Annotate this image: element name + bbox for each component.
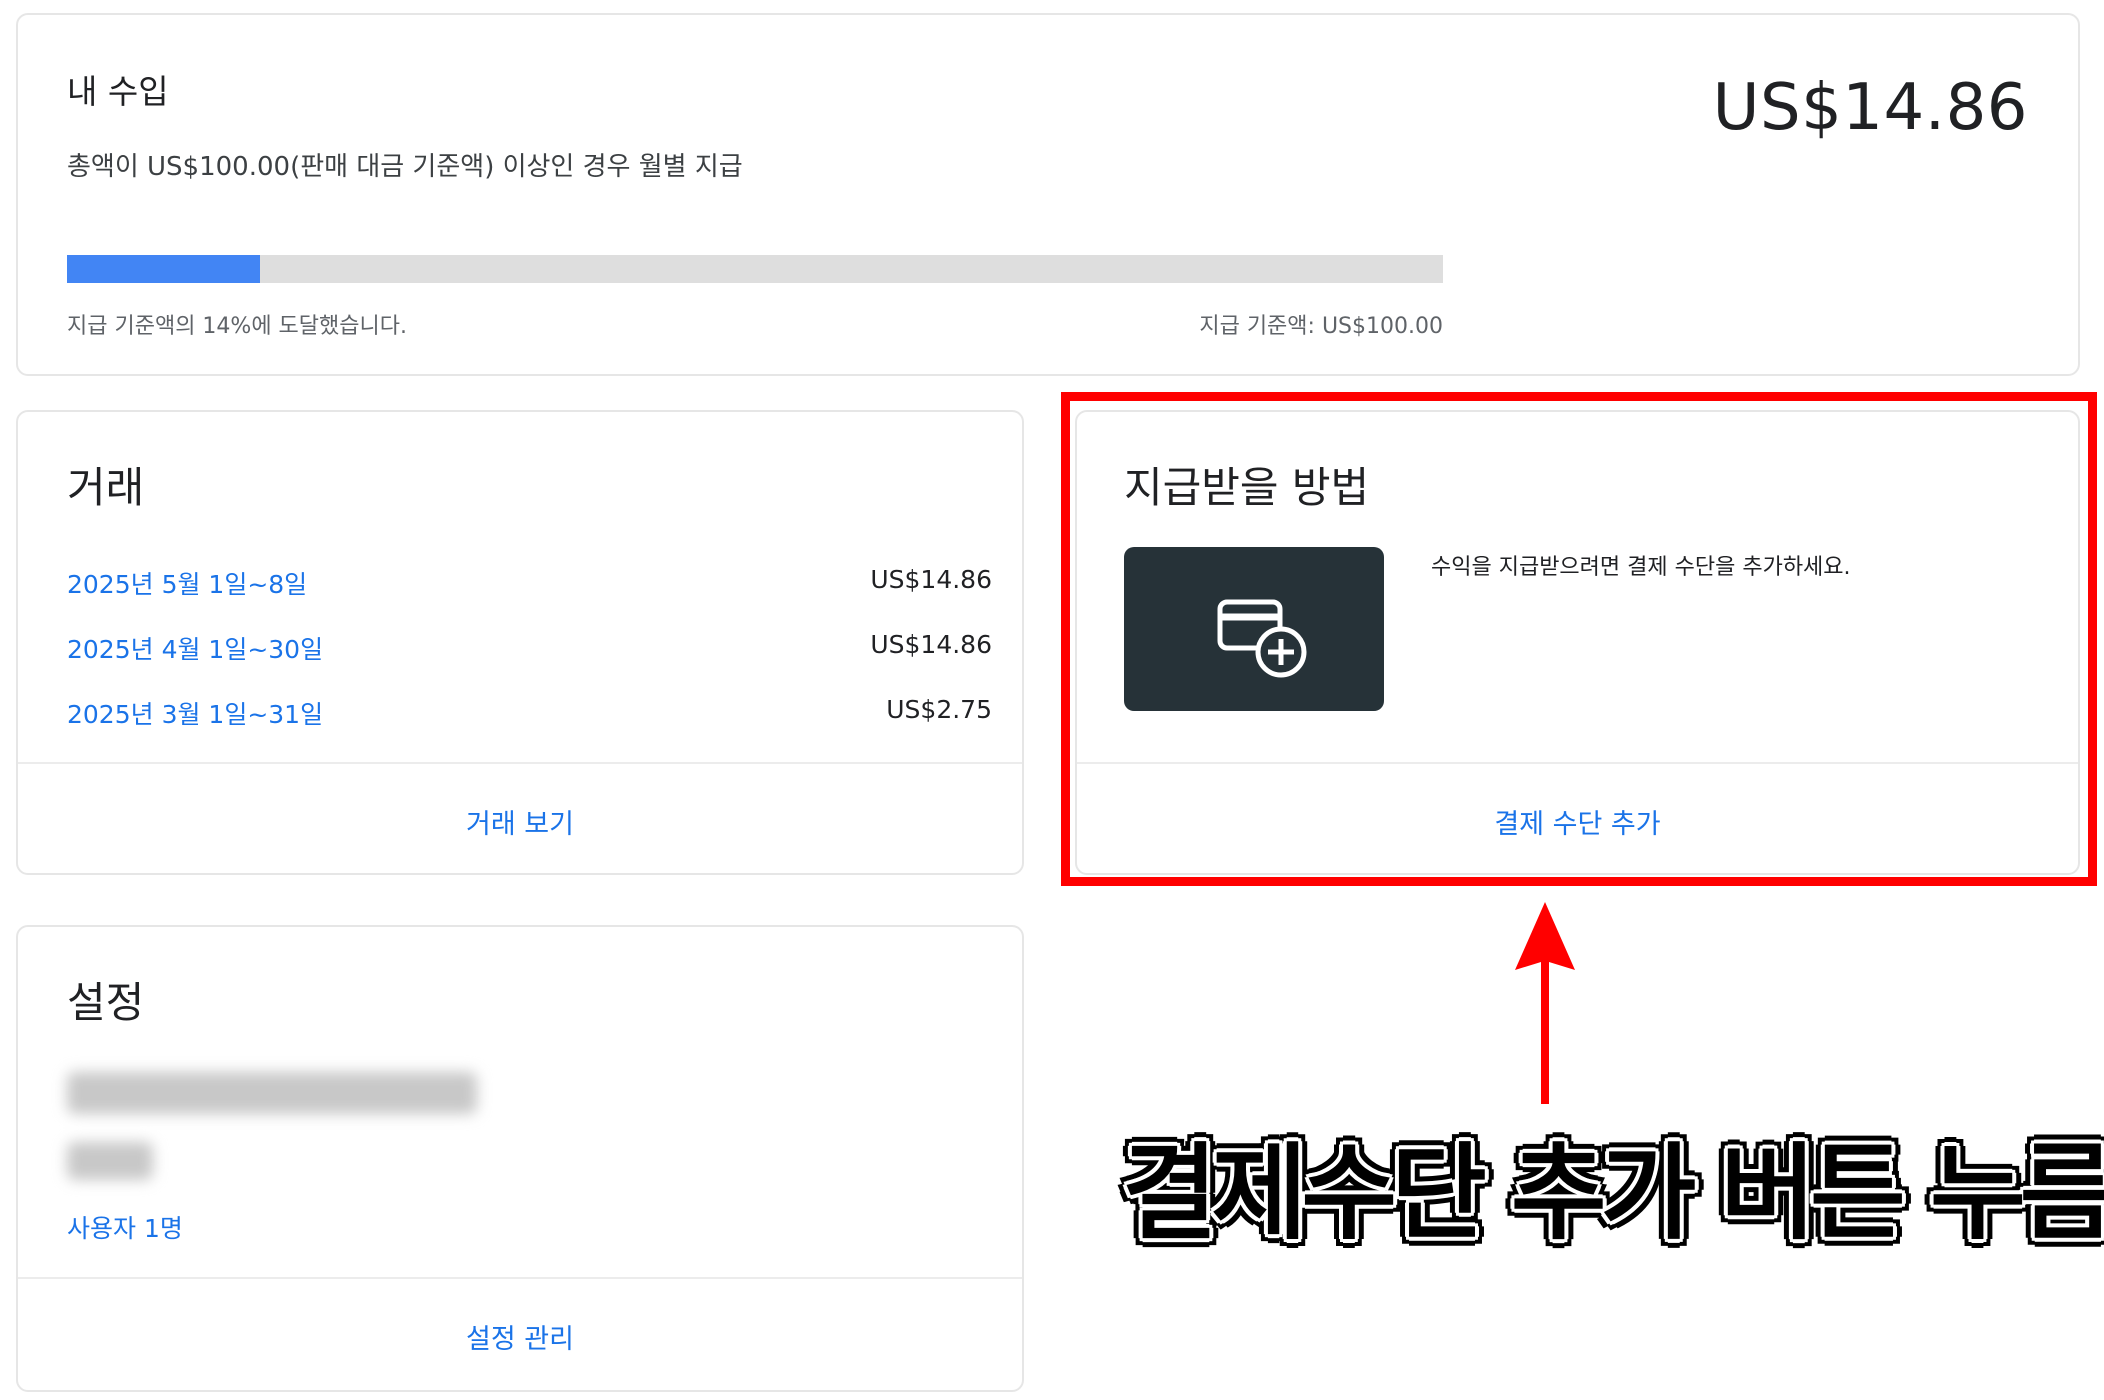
annotation-caption: 결제수단 추가 버튼 누름 [1122,1132,2104,1254]
settings-title: 설정 [67,978,145,1027]
transaction-period-link[interactable]: 2025년 4월 1일~30일 [67,630,323,666]
payout-progress-bar [67,255,1443,283]
blurred-account-info [67,1072,477,1114]
transactions-card: 거래 2025년 5월 1일~8일 US$14.86 2025년 4월 1일~3… [16,410,1024,875]
users-link[interactable]: 사용자 1명 [67,1209,183,1245]
progress-status-label: 지급 기준액의 14%에 도달했습니다. [67,314,407,339]
manage-settings-button[interactable]: 설정 관리 [18,1317,1022,1356]
transaction-amount: US$14.86 [870,630,992,659]
earnings-card: 내 수입 총액이 US$100.00(판매 대금 기준액) 이상인 경우 월별 … [16,13,2080,376]
payout-threshold-label: 지급 기준액: US$100.00 [1199,314,1443,339]
earnings-title: 내 수입 [67,72,169,111]
transaction-row: 2025년 5월 1일~8일 US$14.86 [67,565,992,605]
transaction-period-link[interactable]: 2025년 3월 1일~31일 [67,695,323,731]
transaction-row: 2025년 4월 1일~30일 US$14.86 [67,630,992,670]
highlight-box [1061,392,2097,886]
transaction-amount: US$14.86 [870,565,992,594]
earnings-description: 총액이 US$100.00(판매 대금 기준액) 이상인 경우 월별 지급 [67,152,743,182]
card-divider [18,1277,1022,1279]
card-divider [18,762,1022,764]
transaction-row: 2025년 3월 1일~31일 US$2.75 [67,695,992,735]
payout-progress-fill [67,255,260,283]
transaction-amount: US$2.75 [886,695,992,724]
earnings-amount: US$14.86 [1712,71,2028,145]
annotation-arrow-icon [1515,902,1575,1104]
view-transactions-button[interactable]: 거래 보기 [18,802,1022,841]
transactions-title: 거래 [67,463,145,512]
blurred-account-id [67,1142,153,1180]
settings-card: 설정 사용자 1명 설정 관리 [16,925,1024,1392]
transaction-period-link[interactable]: 2025년 5월 1일~8일 [67,565,307,601]
